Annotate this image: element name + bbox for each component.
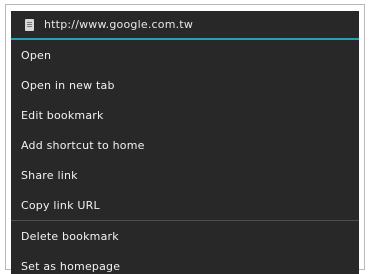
menu-item-label: Delete bookmark bbox=[21, 229, 119, 243]
bookmark-url: http://www.google.com.tw bbox=[44, 18, 194, 31]
page-icon bbox=[25, 18, 34, 31]
menu-item-open-in-new-tab[interactable]: Open in new tab bbox=[11, 70, 359, 100]
menu-header: http://www.google.com.tw bbox=[11, 11, 359, 38]
menu-item-label: Open bbox=[21, 48, 52, 62]
menu-item-delete-bookmark[interactable]: Delete bookmark bbox=[11, 221, 359, 251]
menu-item-edit-bookmark[interactable]: Edit bookmark bbox=[11, 100, 359, 130]
menu-item-set-as-homepage[interactable]: Set as homepage bbox=[11, 251, 359, 274]
menu-item-label: Set as homepage bbox=[21, 259, 121, 273]
menu-list: Open Open in new tab Edit bookmark Add s… bbox=[11, 40, 359, 274]
menu-item-label: Open in new tab bbox=[21, 78, 115, 92]
menu-item-label: Share link bbox=[21, 168, 78, 182]
menu-item-share-link[interactable]: Share link bbox=[11, 160, 359, 190]
menu-item-label: Add shortcut to home bbox=[21, 138, 145, 152]
menu-item-label: Copy link URL bbox=[21, 198, 100, 212]
menu-item-add-shortcut-to-home[interactable]: Add shortcut to home bbox=[11, 130, 359, 160]
menu-item-open[interactable]: Open bbox=[11, 40, 359, 70]
menu-item-label: Edit bookmark bbox=[21, 108, 104, 122]
menu-item-copy-link-url[interactable]: Copy link URL bbox=[11, 190, 359, 221]
bookmark-context-menu: http://www.google.com.tw Open Open in ne… bbox=[11, 11, 359, 274]
